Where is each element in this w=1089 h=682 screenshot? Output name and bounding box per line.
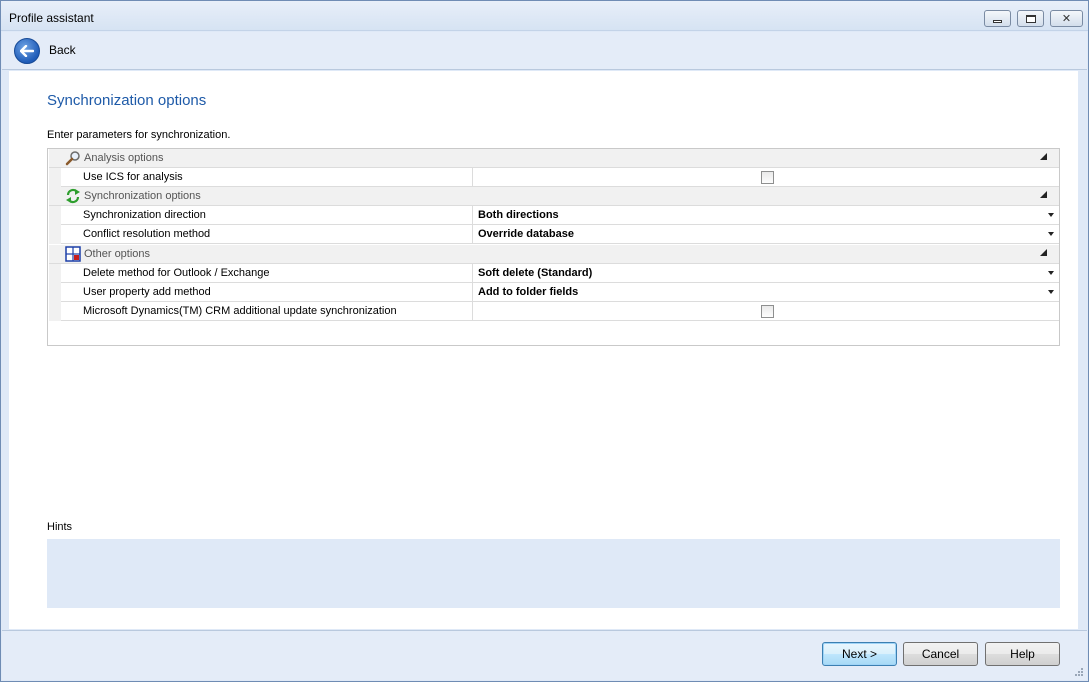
dropdown-value: Add to folder fields bbox=[478, 286, 579, 298]
next-button[interactable]: Next > bbox=[822, 642, 897, 666]
row-gutter bbox=[49, 168, 61, 187]
navigation-bar: Back bbox=[2, 32, 1087, 70]
collapse-icon[interactable] bbox=[1040, 153, 1047, 160]
collapse-icon[interactable] bbox=[1040, 249, 1047, 256]
property-value[interactable] bbox=[474, 302, 1059, 321]
profile-assistant-window: Profile assistant ✕ Back Synchronization… bbox=[0, 0, 1089, 682]
magnifier-icon bbox=[65, 150, 81, 166]
property-row-conflict-resolution: Conflict resolution method Override data… bbox=[49, 225, 1059, 244]
property-row-use-ics: Use ICS for analysis bbox=[49, 168, 1059, 187]
row-gutter bbox=[49, 283, 61, 302]
category-label: Synchronization options bbox=[84, 190, 201, 202]
category-label: Other options bbox=[84, 248, 151, 260]
use-ics-checkbox[interactable] bbox=[761, 171, 774, 184]
back-arrow-icon[interactable] bbox=[14, 38, 40, 64]
page-title: Synchronization options bbox=[47, 92, 207, 109]
button-bar: Next > Cancel Help bbox=[2, 630, 1087, 680]
row-gutter bbox=[49, 225, 61, 244]
property-name: User property add method bbox=[61, 283, 473, 302]
dropdown-value: Override database bbox=[478, 228, 574, 240]
property-name: Synchronization direction bbox=[61, 206, 473, 225]
hints-panel bbox=[47, 539, 1060, 608]
close-icon: ✕ bbox=[1061, 12, 1072, 25]
dropdown-arrow-icon[interactable] bbox=[1048, 290, 1054, 294]
delete-method-dropdown[interactable]: Soft delete (Standard) bbox=[474, 264, 1059, 283]
property-row-user-property-add: User property add method Add to folder f… bbox=[49, 283, 1059, 302]
page-description: Enter parameters for synchronization. bbox=[47, 129, 231, 141]
resize-grip-icon[interactable] bbox=[1074, 667, 1084, 677]
sync-direction-dropdown[interactable]: Both directions bbox=[474, 206, 1059, 225]
hints-label: Hints bbox=[47, 521, 73, 533]
title-bar[interactable]: Profile assistant ✕ bbox=[1, 1, 1088, 31]
property-value[interactable] bbox=[474, 168, 1059, 187]
property-name: Microsoft Dynamics(TM) CRM additional up… bbox=[61, 302, 473, 321]
property-name: Conflict resolution method bbox=[61, 225, 473, 244]
property-row-crm-update-sync: Microsoft Dynamics(TM) CRM additional up… bbox=[49, 302, 1059, 321]
category-label: Analysis options bbox=[84, 152, 164, 164]
dropdown-value: Soft delete (Standard) bbox=[478, 267, 593, 279]
category-other-options[interactable]: Other options bbox=[49, 245, 1059, 264]
minimize-icon bbox=[993, 19, 1002, 23]
content-panel: Synchronization options Enter parameters… bbox=[9, 71, 1078, 629]
dropdown-value: Both directions bbox=[478, 209, 559, 221]
category-analysis-options[interactable]: Analysis options bbox=[49, 149, 1059, 168]
minimize-button[interactable] bbox=[984, 10, 1011, 27]
maximize-button[interactable] bbox=[1017, 10, 1044, 27]
property-grid: Analysis options Use ICS for analysis Sy… bbox=[47, 148, 1060, 346]
grid-options-icon bbox=[65, 246, 81, 262]
property-row-sync-direction: Synchronization direction Both direction… bbox=[49, 206, 1059, 225]
window-title: Profile assistant bbox=[9, 11, 94, 25]
cancel-button[interactable]: Cancel bbox=[903, 642, 978, 666]
property-row-delete-method: Delete method for Outlook / Exchange Sof… bbox=[49, 264, 1059, 283]
property-name: Delete method for Outlook / Exchange bbox=[61, 264, 473, 283]
back-button[interactable]: Back bbox=[49, 43, 76, 57]
row-gutter bbox=[49, 302, 61, 321]
property-name: Use ICS for analysis bbox=[61, 168, 473, 187]
conflict-resolution-dropdown[interactable]: Override database bbox=[474, 225, 1059, 244]
category-synchronization-options[interactable]: Synchronization options bbox=[49, 187, 1059, 206]
dropdown-arrow-icon[interactable] bbox=[1048, 271, 1054, 275]
help-button[interactable]: Help bbox=[985, 642, 1060, 666]
maximize-icon bbox=[1025, 14, 1036, 23]
close-button[interactable]: ✕ bbox=[1050, 10, 1083, 27]
crm-update-sync-checkbox[interactable] bbox=[761, 305, 774, 318]
collapse-icon[interactable] bbox=[1040, 191, 1047, 198]
row-gutter bbox=[49, 206, 61, 225]
sync-arrows-icon bbox=[65, 188, 81, 204]
user-property-add-dropdown[interactable]: Add to folder fields bbox=[474, 283, 1059, 302]
dropdown-arrow-icon[interactable] bbox=[1048, 213, 1054, 217]
row-gutter bbox=[49, 264, 61, 283]
dropdown-arrow-icon[interactable] bbox=[1048, 232, 1054, 236]
